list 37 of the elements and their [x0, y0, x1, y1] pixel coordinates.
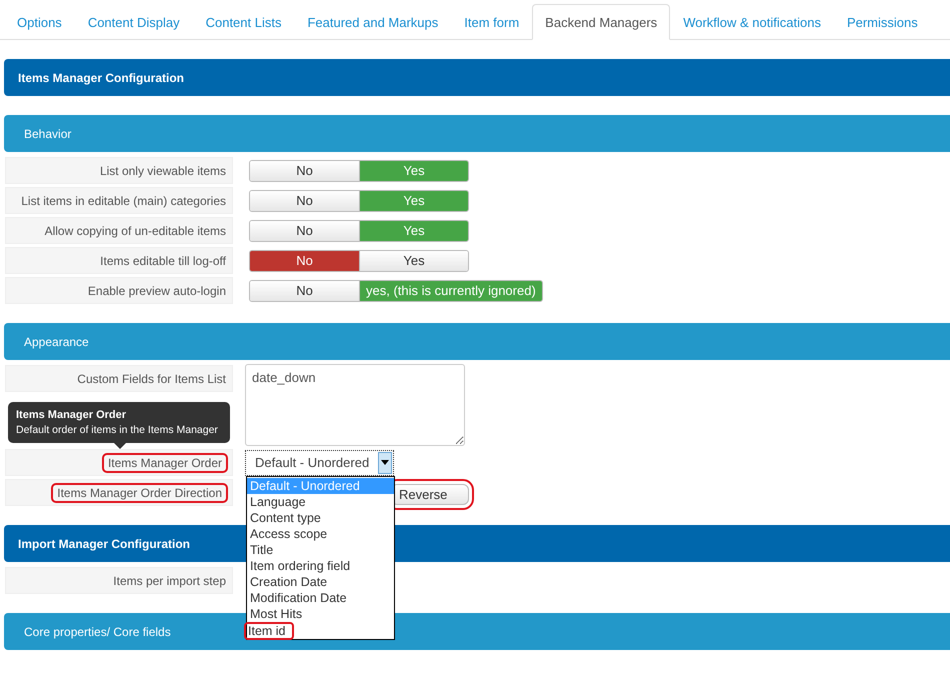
- section-header: Appearance: [4, 323, 950, 360]
- toggle-option[interactable]: No: [250, 160, 359, 180]
- dropdown-option[interactable]: Creation Date: [247, 574, 394, 590]
- field-label: Items Manager Order Direction: [51, 482, 228, 502]
- toggle-option[interactable]: No: [250, 220, 359, 240]
- toggle-option[interactable]: No: [250, 250, 359, 270]
- field-label: Items Manager Order: [102, 452, 228, 472]
- tab[interactable]: Options: [4, 4, 75, 40]
- field-label: Items editable till log-off: [99, 252, 227, 268]
- field-label: Items per import step: [112, 572, 227, 588]
- field-label: Enable preview auto-login: [86, 282, 227, 298]
- dropdown-option[interactable]: Language: [247, 494, 394, 510]
- caret-icon: [378, 452, 392, 474]
- dropdown-option[interactable]: Access scope: [247, 526, 394, 542]
- field-label: List only viewable items: [98, 162, 227, 178]
- toggle-option[interactable]: Yes: [359, 250, 468, 270]
- field-label: Allow copying of un-editable items: [44, 222, 227, 238]
- tooltip-title: Items Manager Order: [16, 409, 128, 421]
- dropdown-option[interactable]: Modification Date: [247, 590, 394, 606]
- section-header: Items Manager Configuration: [4, 59, 950, 96]
- dropdown-option[interactable]: Content type: [247, 510, 394, 526]
- tab[interactable]: Content Lists: [192, 4, 294, 40]
- field-label: List items in editable (main) categories: [20, 192, 227, 208]
- toggle-option[interactable]: No: [250, 280, 359, 300]
- select-field[interactable]: Default - Unordered: [245, 450, 394, 476]
- tab[interactable]: Content Display: [74, 4, 193, 40]
- tooltip-text: Default order of items in the Items Manager: [16, 424, 219, 436]
- tab[interactable]: Item form: [451, 4, 532, 40]
- tab[interactable]: Permissions: [834, 4, 931, 40]
- field-label: Custom Fields for Items List: [76, 370, 227, 386]
- text-area[interactable]: date_down: [245, 364, 465, 446]
- section-header: Behavior: [4, 115, 950, 152]
- dropdown-option[interactable]: Title: [247, 542, 394, 558]
- toggle-option[interactable]: No: [250, 190, 359, 210]
- tab[interactable]: Featured and Markups: [294, 4, 452, 40]
- tab[interactable]: Workflow & notifications: [670, 4, 834, 40]
- tab[interactable]: Backend Managers: [532, 4, 670, 40]
